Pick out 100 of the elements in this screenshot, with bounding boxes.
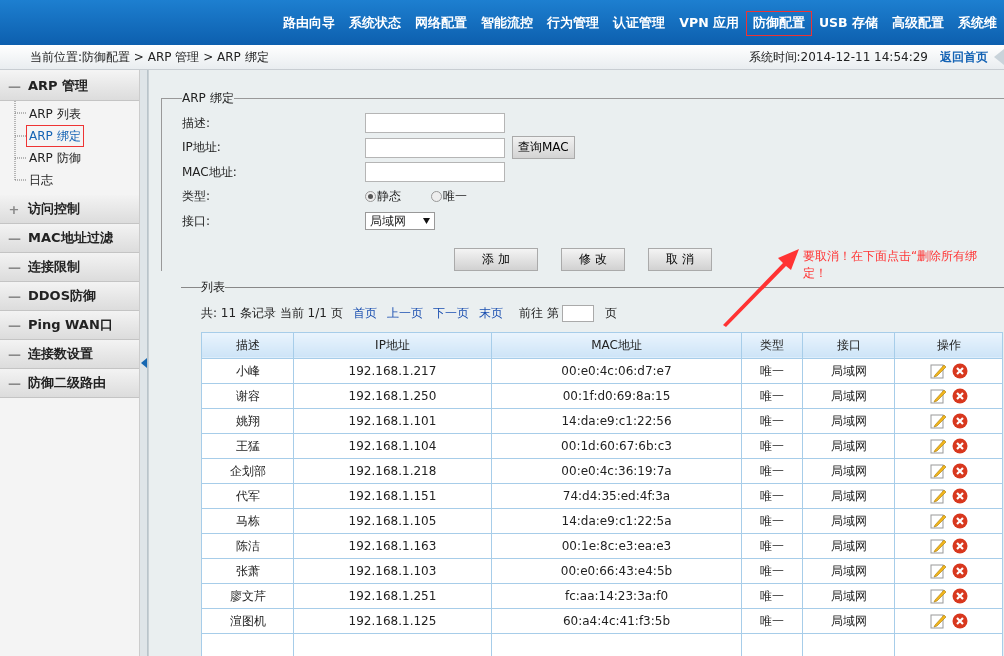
page-link[interactable]: 上一页: [386, 305, 423, 322]
action-button[interactable]: 取 消: [648, 247, 712, 271]
table-cell: 00:1f:d0:69:8a:15: [491, 383, 742, 408]
page-link[interactable]: 首页: [352, 305, 377, 322]
radio-button[interactable]: [431, 191, 442, 203]
nav-tab[interactable]: USB 存储: [811, 11, 885, 36]
nav-tab[interactable]: 高级配置: [885, 11, 951, 36]
table-cell: 00:e0:66:43:e4:5b: [491, 558, 742, 583]
table-cell: 企划部: [201, 458, 294, 483]
table-cell: 谢容: [201, 383, 294, 408]
action-button[interactable]: 添 加: [454, 247, 538, 271]
sidebar-group-header[interactable]: + 访问控制: [0, 195, 139, 224]
delete-icon[interactable]: [951, 612, 968, 629]
sidebar-item[interactable]: ARP 列表: [26, 103, 84, 125]
table-cell: 00:1e:8c:e3:ea:e3: [491, 533, 742, 558]
query-button[interactable]: 查询MAC: [512, 136, 575, 160]
table-cell: 192.168.1.105: [293, 508, 492, 533]
sidebar-group-header[interactable]: — DDOS防御: [0, 282, 139, 311]
delete-icon[interactable]: [951, 587, 968, 604]
edit-icon[interactable]: [929, 487, 946, 504]
table-cell: 廖文芹: [201, 583, 294, 608]
table-cell: 局域网: [802, 483, 895, 508]
edit-icon[interactable]: [929, 587, 946, 604]
text-field[interactable]: [365, 162, 505, 183]
sidebar-group-header[interactable]: — 连接限制: [0, 253, 139, 282]
delete-icon[interactable]: [951, 562, 968, 579]
table-cell: 14:da:e9:c1:22:56: [491, 408, 742, 433]
field-label: 接口:: [182, 212, 212, 230]
field-label: IP地址:: [182, 139, 222, 157]
section-title: ARP 绑定: [182, 90, 234, 107]
edit-icon[interactable]: [929, 462, 946, 479]
table-cell: 192.168.1.101: [293, 408, 492, 433]
goto-suffix: 页: [604, 305, 617, 322]
table-cell: 局域网: [802, 358, 895, 383]
table-cell: 王猛: [201, 433, 294, 458]
interface-select[interactable]: 局域网: [365, 212, 435, 231]
home-link[interactable]: 返回首页: [940, 48, 988, 66]
nav-tab[interactable]: VPN 应用: [672, 11, 746, 36]
sidebar-item[interactable]: ARP 防御: [26, 147, 84, 169]
edit-icon[interactable]: [929, 512, 946, 529]
sidebar-group-header[interactable]: — 防御二级路由: [0, 369, 139, 398]
sidebar-group-header[interactable]: — MAC地址过滤: [0, 224, 139, 253]
delete-icon[interactable]: [951, 537, 968, 554]
edit-icon[interactable]: [929, 437, 946, 454]
delete-icon[interactable]: [951, 387, 968, 404]
sidebar-item[interactable]: ARP 绑定: [26, 125, 84, 147]
edit-icon[interactable]: [929, 612, 946, 629]
column-header: 描述: [201, 332, 294, 358]
nav-tab[interactable]: 智能流控: [474, 11, 541, 36]
breadcrumb: 当前位置:防御配置 > ARP 管理 > ARP 绑定: [30, 48, 269, 66]
page-input[interactable]: [561, 305, 594, 322]
table-cell: 局域网: [802, 408, 895, 433]
collapse-arrow-icon[interactable]: [140, 358, 147, 368]
text-field[interactable]: [365, 137, 505, 158]
nav-tab[interactable]: 认证管理: [606, 11, 673, 36]
table-cell: 局域网: [802, 608, 895, 633]
sidebar-group-header[interactable]: — Ping WAN口: [0, 311, 139, 340]
nav-tab[interactable]: 系统维: [951, 11, 1004, 36]
table-cell: 00:1d:60:67:6b:c3: [491, 433, 742, 458]
edit-icon[interactable]: [929, 412, 946, 429]
delete-icon[interactable]: [951, 437, 968, 454]
annotation-text: 要取消！在下面点击“删除所有绑定！: [803, 248, 979, 282]
table-cell: 192.168.1.103: [293, 558, 492, 583]
table-cell: 192.168.1.125: [293, 608, 492, 633]
nav-tab[interactable]: 路由向导: [276, 11, 343, 36]
sidebar-group-header[interactable]: — ARP 管理: [0, 72, 139, 101]
nav-tab[interactable]: 系统状态: [342, 11, 409, 36]
radio-button[interactable]: [365, 191, 376, 203]
action-button[interactable]: 修 改: [561, 247, 625, 271]
delete-icon[interactable]: [951, 412, 968, 429]
table-cell: 局域网: [802, 458, 895, 483]
table-cell: 74:d4:35:ed:4f:3a: [491, 483, 742, 508]
radio-label: 静态: [377, 188, 401, 206]
text-field[interactable]: [365, 113, 505, 134]
delete-icon[interactable]: [951, 362, 968, 379]
edit-icon[interactable]: [929, 362, 946, 379]
delete-icon[interactable]: [951, 487, 968, 504]
nav-tab[interactable]: 防御配置: [745, 11, 812, 36]
page-link[interactable]: 下一页: [432, 305, 469, 322]
page-link[interactable]: 末页: [478, 305, 503, 322]
table-cell: 192.168.1.151: [293, 483, 492, 508]
edit-icon[interactable]: [929, 537, 946, 554]
sidebar-group-header[interactable]: — 连接数设置: [0, 340, 139, 369]
radio-label: 唯一: [443, 188, 467, 206]
table-cell: fc:aa:14:23:3a:f0: [491, 583, 742, 608]
field-label: 类型:: [182, 188, 212, 206]
dropdown-arrow-icon[interactable]: [423, 218, 430, 225]
table-cell: 小峰: [201, 358, 294, 383]
table-cell: 代军: [201, 483, 294, 508]
sidebar-item[interactable]: 日志: [26, 169, 56, 191]
table-cell: 00:e0:4c:06:d7:e7: [491, 358, 742, 383]
edit-icon[interactable]: [929, 387, 946, 404]
nav-tab[interactable]: 行为管理: [540, 11, 607, 36]
delete-icon[interactable]: [951, 512, 968, 529]
delete-icon[interactable]: [951, 462, 968, 479]
nav-tab[interactable]: 网络配置: [408, 11, 475, 36]
table-cell: 姚翔: [201, 408, 294, 433]
column-header: 类型: [741, 332, 803, 358]
edit-icon[interactable]: [929, 562, 946, 579]
record-summary: 共: 11 条记录 当前 1/1 页: [201, 305, 343, 322]
